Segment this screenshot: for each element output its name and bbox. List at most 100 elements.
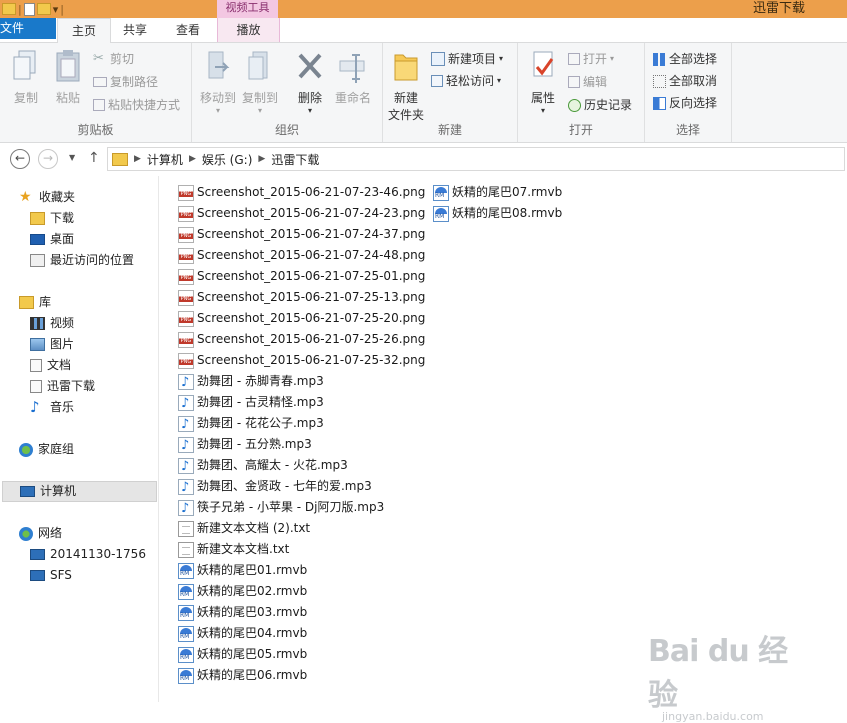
nav-documents[interactable]: 文档 — [30, 355, 71, 376]
file-item[interactable]: 妖精的尾巴03.rmvb — [178, 602, 307, 623]
invert-selection-button[interactable]: 反向选择 — [653, 93, 717, 113]
folder-icon[interactable] — [2, 3, 16, 15]
file-item[interactable]: 妖精的尾巴05.rmvb — [178, 644, 307, 665]
file-item[interactable]: Screenshot_2015-06-21-07-25-20.png — [178, 308, 425, 329]
nav-music[interactable]: ♪ 音乐 — [30, 397, 74, 418]
file-name: Screenshot_2015-06-21-07-24-37.png — [197, 227, 426, 241]
file-item[interactable]: 劲舞团、高耀太 - 火花.mp3 — [178, 455, 348, 477]
up-arrow-icon[interactable]: ↑ — [88, 150, 100, 166]
file-item[interactable]: 劲舞团 - 赤脚青春.mp3 — [178, 371, 324, 393]
copy-to-label: 复制到 — [241, 91, 278, 105]
file-item[interactable]: 劲舞团 - 五分熟.mp3 — [178, 434, 312, 456]
paste-shortcut-button[interactable]: 粘贴快捷方式 — [93, 95, 180, 115]
file-item[interactable]: Screenshot_2015-06-21-07-25-13.png — [178, 287, 425, 308]
nav-recent[interactable]: 最近访问的位置 — [30, 250, 134, 271]
move-to-button[interactable]: 移动到 ▾ — [198, 49, 238, 115]
nav-libraries[interactable]: 库 — [19, 292, 51, 313]
nav-network-computer[interactable]: SFS — [30, 565, 72, 586]
breadcrumb-separator-icon[interactable]: ▶ — [134, 154, 141, 164]
libraries-icon — [19, 296, 34, 309]
video-tools-context-label: 视频工具 — [217, 0, 278, 18]
select-none-button[interactable]: 全部取消 — [653, 71, 717, 91]
nav-computer[interactable]: 计算机 — [2, 481, 157, 502]
new-folder-icon[interactable] — [36, 3, 51, 15]
file-item[interactable]: 劲舞团、金贤政 - 七年的爱.mp3 — [178, 476, 372, 498]
file-name: Screenshot_2015-06-21-07-25-32.png — [197, 353, 426, 367]
ribbon: 复制 粘贴 ✂ 剪切 复制路径 粘贴快捷方式 剪贴板 移动到 ▾ 复制到 ▾ 删… — [0, 43, 847, 143]
network-icon — [19, 526, 33, 541]
select-all-button[interactable]: 全部选择 — [653, 49, 717, 69]
file-item[interactable]: Screenshot_2015-06-21-07-25-26.png — [178, 329, 425, 350]
qat-dropdown-icon[interactable]: ▾ — [53, 3, 59, 16]
open-group-label: 打开 — [568, 123, 593, 137]
file-item[interactable]: Screenshot_2015-06-21-07-23-46.png — [178, 182, 425, 203]
properties-icon[interactable] — [23, 2, 35, 16]
nav-desktop[interactable]: 桌面 — [30, 229, 74, 250]
file-item[interactable]: 妖精的尾巴02.rmvb — [178, 581, 307, 602]
watermark-logo: Bai du 经验 — [648, 634, 788, 713]
back-button[interactable]: ← — [10, 149, 30, 169]
breadcrumb-drive[interactable]: 娱乐 (G:) — [202, 151, 253, 168]
file-item[interactable]: 新建文本文档 (2).txt — [178, 518, 310, 539]
file-item[interactable]: 新建文本文档.txt — [178, 539, 289, 560]
file-item[interactable]: 妖精的尾巴07.rmvb — [433, 182, 562, 203]
homegroup-icon — [19, 442, 33, 457]
breadcrumb-computer[interactable]: 计算机 — [147, 151, 183, 168]
nav-desktop-label: 桌面 — [50, 232, 75, 246]
nav-videos[interactable]: 视频 — [30, 313, 74, 334]
tab-file[interactable]: 文件 — [0, 18, 56, 39]
file-item[interactable]: 劲舞团 - 花花公子.mp3 — [178, 413, 324, 435]
tab-share[interactable]: 共享 — [110, 18, 160, 42]
cut-button[interactable]: ✂ 剪切 — [93, 49, 134, 69]
tab-home[interactable]: 主页 — [57, 18, 111, 44]
nav-network-computer[interactable]: 20141130-1756 — [30, 544, 146, 565]
breadcrumb-separator-icon[interactable]: ▶ — [258, 154, 265, 164]
rmvb-file-icon — [433, 184, 449, 201]
forward-button[interactable]: → — [38, 149, 58, 169]
file-item[interactable]: 妖精的尾巴06.rmvb — [178, 665, 307, 686]
txt-file-icon — [178, 541, 194, 558]
history-button[interactable]: 历史记录 — [568, 95, 632, 115]
file-name: 妖精的尾巴02.rmvb — [197, 584, 308, 598]
qat-separator: | — [60, 2, 64, 16]
file-item[interactable]: 劲舞团 - 古灵精怪.mp3 — [178, 392, 324, 414]
rename-button[interactable]: 重命名 — [332, 49, 374, 106]
history-clock-icon — [568, 98, 581, 112]
breadcrumb-separator-icon[interactable]: ▶ — [189, 154, 196, 164]
easy-access-button[interactable]: 轻松访问 ▾ — [431, 71, 501, 91]
nav-homegroup[interactable]: 家庭组 — [19, 439, 74, 460]
recent-locations-dropdown-icon[interactable]: ▼ — [69, 153, 75, 162]
properties-button[interactable]: 属性 ▾ — [524, 49, 562, 115]
navigation-pane: ★ 收藏夹 下载 桌面 最近访问的位置 库 视频 图片 文档 迅雷下载 ♪ 音乐… — [0, 176, 159, 702]
nav-pictures[interactable]: 图片 — [30, 334, 74, 355]
new-folder-button[interactable]: 新建 文件夹 — [385, 49, 427, 123]
file-item[interactable]: Screenshot_2015-06-21-07-24-37.png — [178, 224, 425, 245]
file-item[interactable]: Screenshot_2015-06-21-07-25-01.png — [178, 266, 425, 287]
copy-button[interactable]: 复制 — [8, 49, 44, 106]
address-bar[interactable]: ▶ 计算机 ▶ 娱乐 (G:) ▶ 迅雷下载 — [107, 147, 845, 171]
nav-favorites[interactable]: ★ 收藏夹 — [19, 187, 75, 208]
file-item[interactable]: 妖精的尾巴08.rmvb — [433, 203, 562, 224]
file-item[interactable]: Screenshot_2015-06-21-07-25-32.png — [178, 350, 425, 371]
breadcrumb-current-folder[interactable]: 迅雷下载 — [271, 151, 319, 168]
new-item-button[interactable]: 新建项目 ▾ — [431, 49, 503, 69]
file-item[interactable]: 筷子兄弟 - 小苹果 - Dj阿刀版.mp3 — [178, 497, 384, 519]
nav-xunlei-downloads[interactable]: 迅雷下载 — [30, 376, 95, 397]
tab-play[interactable]: 播放 — [217, 18, 280, 42]
history-label: 历史记录 — [584, 98, 633, 112]
file-item[interactable]: 妖精的尾巴01.rmvb — [178, 560, 307, 581]
open-button[interactable]: 打开 ▾ — [568, 49, 614, 69]
paste-button[interactable]: 粘贴 — [50, 49, 86, 106]
nav-network[interactable]: 网络 — [19, 523, 62, 544]
copy-path-button[interactable]: 复制路径 — [93, 72, 158, 92]
edit-button[interactable]: 编辑 — [568, 72, 607, 92]
edit-icon — [568, 76, 580, 88]
file-item[interactable]: Screenshot_2015-06-21-07-24-23.png — [178, 203, 425, 224]
copy-to-button[interactable]: 复制到 ▾ — [240, 49, 280, 115]
nav-downloads[interactable]: 下载 — [30, 208, 74, 229]
delete-button[interactable]: 删除 ▾ — [294, 49, 326, 115]
file-item[interactable]: Screenshot_2015-06-21-07-24-48.png — [178, 245, 425, 266]
tab-view[interactable]: 查看 — [162, 18, 214, 42]
file-item[interactable]: 妖精的尾巴04.rmvb — [178, 623, 307, 644]
select-none-icon — [653, 74, 666, 88]
